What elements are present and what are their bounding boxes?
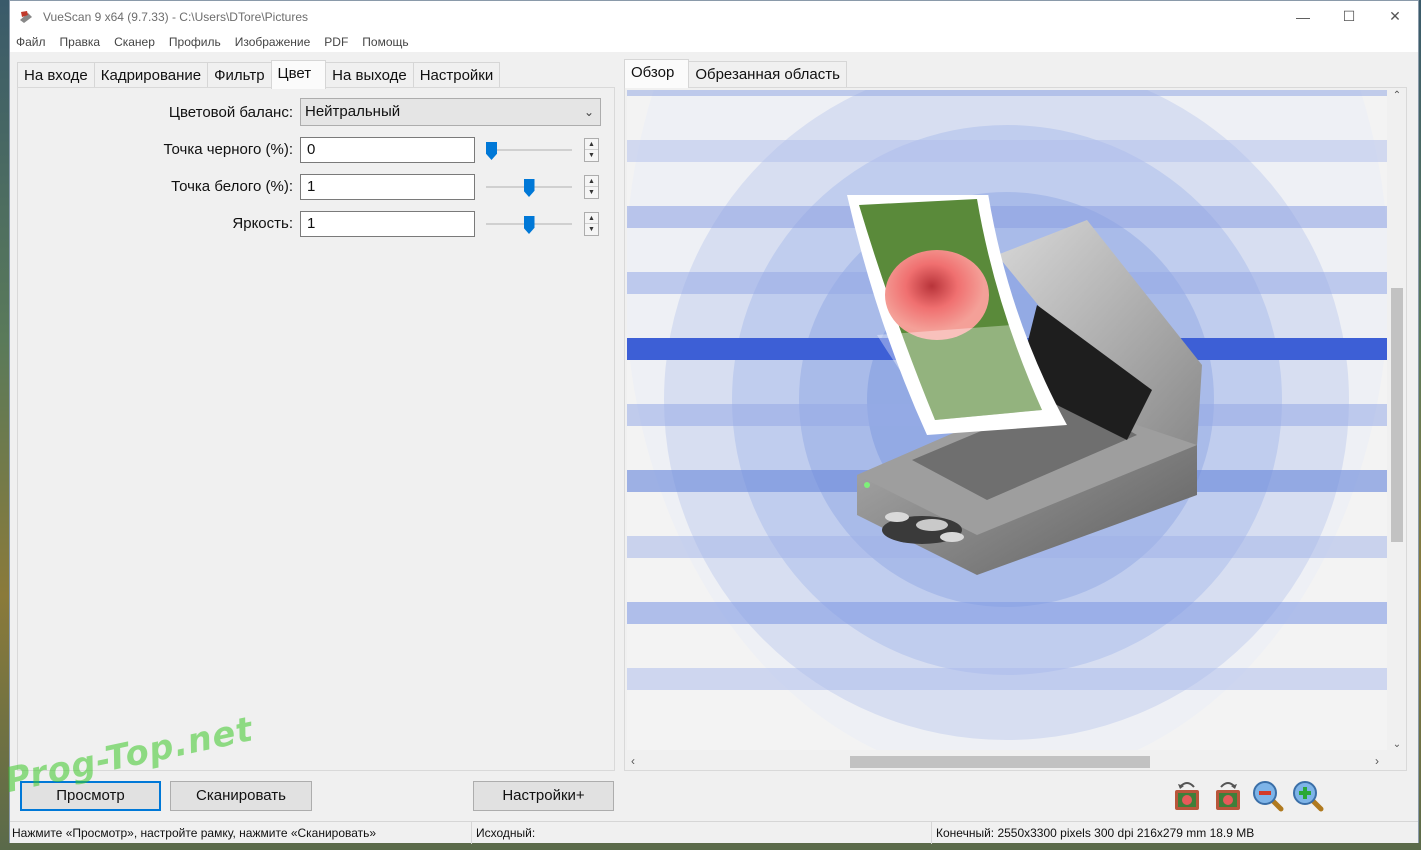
rotate-left-icon[interactable]: [1170, 779, 1206, 813]
white-point-field[interactable]: 1: [300, 174, 475, 200]
maximize-button[interactable]: ☐: [1326, 1, 1372, 32]
vuescan-app-icon: [17, 8, 35, 26]
color-settings-panel: Цветовой баланс: Нейтральный ⌄ Точка чер…: [17, 87, 615, 771]
tab-filter[interactable]: Фильтр: [207, 62, 272, 88]
scroll-down-icon[interactable]: ⌄: [1388, 739, 1406, 750]
menu-scanner[interactable]: Сканер: [114, 35, 162, 49]
status-source: Исходный:: [472, 822, 932, 844]
spin-up-icon[interactable]: ▲: [585, 176, 598, 187]
white-point-label: Точка белого (%):: [171, 177, 293, 195]
status-output: Конечный: 2550x3300 pixels 300 dpi 216x2…: [936, 826, 1255, 840]
color-balance-value: Нейтральный: [305, 103, 401, 120]
window-title: VueScan 9 x64 (9.7.33) - C:\Users\DTore\…: [43, 9, 308, 24]
black-point-spinner[interactable]: ▲ ▼: [584, 138, 599, 162]
tab-output[interactable]: На выходе: [325, 62, 414, 88]
minimize-button[interactable]: —: [1280, 1, 1326, 32]
preview-panel: ⌃ ⌄ ‹ ›: [624, 87, 1407, 771]
color-balance-label: Цветовой баланс:: [168, 103, 293, 121]
spin-down-icon[interactable]: ▼: [585, 224, 598, 235]
menu-bar: Файл Правка Сканер Профиль Изображение P…: [10, 32, 1418, 52]
tab-input[interactable]: На входе: [17, 62, 95, 88]
menu-image[interactable]: Изображение: [235, 35, 318, 49]
vuescan-window: VueScan 9 x64 (9.7.33) - C:\Users\DTore\…: [2, 0, 1419, 844]
spin-up-icon[interactable]: ▲: [585, 213, 598, 224]
zoom-in-icon[interactable]: [1291, 779, 1327, 813]
title-bar: VueScan 9 x64 (9.7.33) - C:\Users\DTore\…: [10, 1, 1418, 32]
status-bar: Нажмите «Просмотр», настройте рамку, наж…: [10, 821, 1418, 844]
settings-tabs: На входе Кадрирование Фильтр Цвет На вых…: [17, 60, 501, 89]
horizontal-scroll-thumb[interactable]: [850, 756, 1150, 768]
preview-stripe: [627, 668, 1387, 690]
black-point-field[interactable]: 0: [300, 137, 475, 163]
preview-stripe: [627, 90, 1387, 96]
scanner-illustration: [847, 195, 1202, 575]
slider-thumb[interactable]: [523, 216, 535, 234]
preview-canvas[interactable]: [627, 90, 1387, 750]
tab-prefs[interactable]: Настройки: [412, 62, 501, 88]
zoom-out-icon[interactable]: [1251, 779, 1287, 813]
white-point-spinner[interactable]: ▲ ▼: [584, 175, 599, 199]
preview-stripe: [627, 602, 1387, 624]
menu-pdf[interactable]: PDF: [324, 35, 355, 49]
scroll-right-icon[interactable]: ›: [1375, 752, 1379, 770]
preview-tabs: Обзор Обрезанная область: [624, 59, 847, 88]
menu-help[interactable]: Помощь: [362, 35, 415, 49]
tab-color[interactable]: Цвет: [270, 60, 327, 89]
chevron-down-icon: ⌄: [583, 105, 594, 119]
black-point-label: Точка черного (%):: [163, 140, 294, 158]
brightness-label: Яркость:: [232, 214, 293, 232]
preview-button[interactable]: Просмотр: [20, 781, 161, 811]
preview-stripe: [627, 140, 1387, 162]
brightness-field[interactable]: 1: [300, 211, 475, 237]
status-hint: Нажмите «Просмотр», настройте рамку, наж…: [10, 822, 472, 844]
close-button[interactable]: ✕: [1372, 1, 1418, 32]
menu-profile[interactable]: Профиль: [169, 35, 228, 49]
scroll-left-icon[interactable]: ‹: [631, 752, 635, 770]
slider-thumb[interactable]: [523, 179, 535, 197]
rotate-right-icon[interactable]: [1211, 779, 1247, 813]
more-settings-button[interactable]: Настройки+: [473, 781, 614, 811]
preview-vertical-scrollbar[interactable]: ⌃ ⌄: [1388, 88, 1406, 752]
tab-crop[interactable]: Кадрирование: [93, 62, 209, 88]
tab-cropped-area[interactable]: Обрезанная область: [688, 61, 847, 87]
scroll-up-icon[interactable]: ⌃: [1388, 90, 1406, 101]
color-balance-select[interactable]: Нейтральный ⌄: [300, 98, 601, 126]
spin-down-icon[interactable]: ▼: [585, 187, 598, 198]
spin-down-icon[interactable]: ▼: [585, 150, 598, 161]
menu-file[interactable]: Файл: [16, 35, 53, 49]
tab-overview[interactable]: Обзор: [624, 59, 690, 88]
scan-button[interactable]: Сканировать: [170, 781, 312, 811]
vertical-scroll-thumb[interactable]: [1391, 288, 1403, 542]
brightness-spinner[interactable]: ▲ ▼: [584, 212, 599, 236]
preview-horizontal-scrollbar[interactable]: ‹ ›: [625, 752, 1390, 770]
brightness-slider[interactable]: [486, 214, 572, 234]
black-point-slider[interactable]: [486, 140, 572, 160]
slider-thumb[interactable]: [486, 142, 497, 160]
spin-up-icon[interactable]: ▲: [585, 139, 598, 150]
white-point-slider[interactable]: [486, 177, 572, 197]
menu-edit[interactable]: Правка: [60, 35, 108, 49]
